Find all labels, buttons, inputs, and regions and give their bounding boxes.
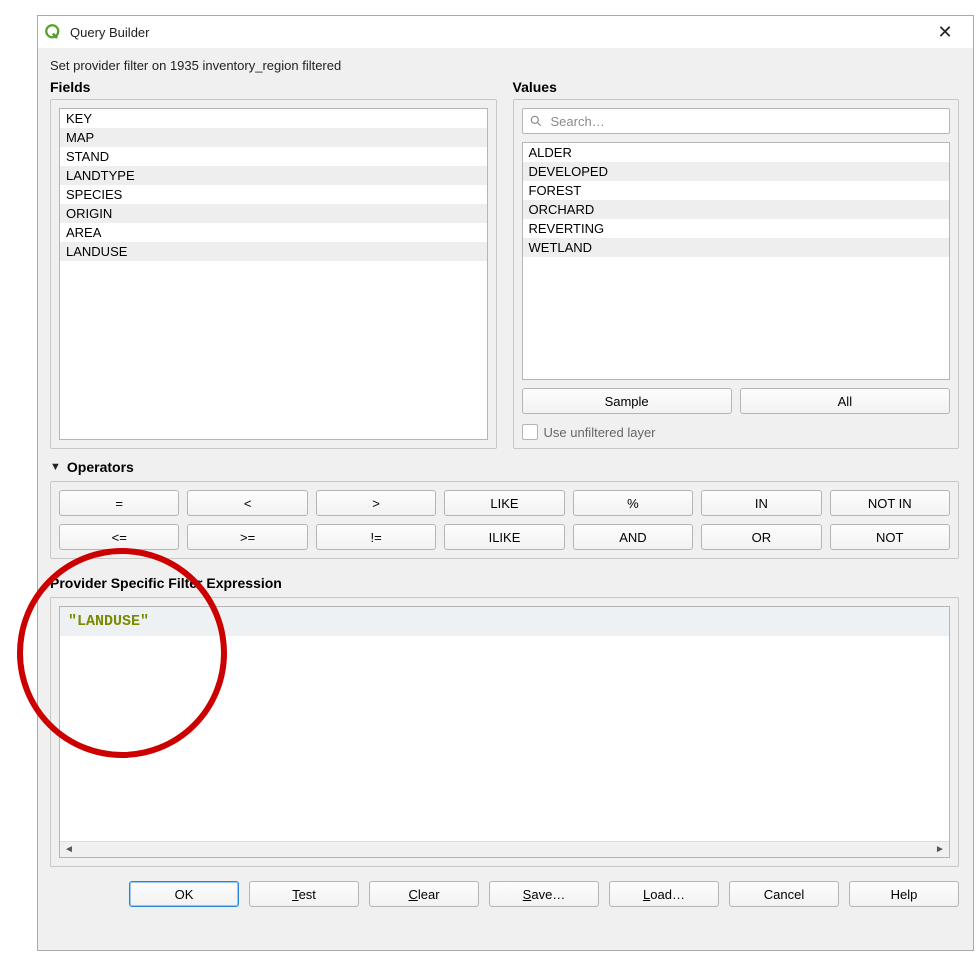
load-button[interactable]: Load…: [609, 881, 719, 907]
list-item[interactable]: KEY: [60, 109, 487, 128]
operator-button[interactable]: NOT IN: [830, 490, 950, 516]
close-icon[interactable]: ✕: [925, 22, 965, 43]
scroll-right-icon[interactable]: ►: [933, 844, 947, 855]
list-item[interactable]: MAP: [60, 128, 487, 147]
dialog-buttons: OK Test Clear Save… Load… Cancel Help: [50, 881, 959, 907]
expression-content: "LANDUSE": [60, 607, 949, 636]
left-gutter: [0, 0, 37, 954]
fields-label: Fields: [50, 79, 497, 95]
list-item[interactable]: STAND: [60, 147, 487, 166]
expression-hscrollbar[interactable]: ◄ ►: [60, 841, 949, 857]
expression-panel: "LANDUSE" ◄ ►: [50, 597, 959, 867]
operator-button[interactable]: NOT: [830, 524, 950, 550]
ok-button[interactable]: OK: [129, 881, 239, 907]
expression-textarea[interactable]: "LANDUSE" ◄ ►: [59, 606, 950, 858]
values-buttons: Sample All: [522, 388, 951, 414]
values-label: Values: [513, 79, 960, 95]
list-item[interactable]: SPECIES: [60, 185, 487, 204]
save-button[interactable]: Save…: [489, 881, 599, 907]
operator-button[interactable]: AND: [573, 524, 693, 550]
unfiltered-checkbox[interactable]: [522, 424, 538, 440]
fields-column: Fields KEYMAPSTANDLANDTYPESPECIESORIGINA…: [50, 79, 497, 449]
operator-button[interactable]: IN: [701, 490, 821, 516]
clear-button[interactable]: Clear: [369, 881, 479, 907]
sample-button[interactable]: Sample: [522, 388, 732, 414]
operator-button[interactable]: OR: [701, 524, 821, 550]
unfiltered-label: Use unfiltered layer: [544, 425, 656, 440]
values-column: Values ALDERDEVELOPEDFORESTORCHARDREVERT…: [513, 79, 960, 449]
expression-label: Provider Specific Filter Expression: [50, 575, 959, 591]
search-icon: [529, 114, 543, 128]
list-item[interactable]: ORIGIN: [60, 204, 487, 223]
operators-grid: = < > LIKE% IN NOT IN <= >= != ILIKE AND OR NOT: [50, 481, 959, 559]
operator-button[interactable]: >: [316, 490, 436, 516]
collapse-triangle-icon[interactable]: ▼: [50, 461, 61, 473]
operator-button[interactable]: ILIKE: [444, 524, 564, 550]
operator-button[interactable]: <=: [59, 524, 179, 550]
list-item[interactable]: LANDUSE: [60, 242, 487, 261]
window-title: Query Builder: [70, 25, 925, 40]
values-listbox[interactable]: ALDERDEVELOPEDFORESTORCHARDREVERTINGWETL…: [522, 142, 951, 380]
test-button[interactable]: Test: [249, 881, 359, 907]
values-search[interactable]: [522, 108, 951, 134]
operators-label: Operators: [67, 459, 134, 475]
values-search-input[interactable]: [549, 113, 944, 130]
list-item[interactable]: ALDER: [523, 143, 950, 162]
values-panel: ALDERDEVELOPEDFORESTORCHARDREVERTINGWETL…: [513, 99, 960, 449]
operators-header[interactable]: ▼ Operators: [50, 459, 959, 475]
list-item[interactable]: ORCHARD: [523, 200, 950, 219]
operator-button[interactable]: >=: [187, 524, 307, 550]
fields-panel: KEYMAPSTANDLANDTYPESPECIESORIGINAREALAND…: [50, 99, 497, 449]
list-item[interactable]: DEVELOPED: [523, 162, 950, 181]
fields-listbox[interactable]: KEYMAPSTANDLANDTYPESPECIESORIGINAREALAND…: [59, 108, 488, 440]
list-item[interactable]: AREA: [60, 223, 487, 242]
list-item[interactable]: FOREST: [523, 181, 950, 200]
query-builder-window: Query Builder ✕ Set provider filter on 1…: [37, 15, 974, 951]
qgis-icon: [44, 23, 62, 41]
operator-button[interactable]: %: [573, 490, 693, 516]
cancel-button[interactable]: Cancel: [729, 881, 839, 907]
filter-description: Set provider filter on 1935 inventory_re…: [50, 58, 959, 73]
list-item[interactable]: LANDTYPE: [60, 166, 487, 185]
unfiltered-checkbox-row[interactable]: Use unfiltered layer: [522, 422, 951, 440]
scroll-left-icon[interactable]: ◄: [62, 844, 76, 855]
top-row: Fields KEYMAPSTANDLANDTYPESPECIESORIGINA…: [50, 79, 959, 449]
operator-button[interactable]: <: [187, 490, 307, 516]
all-button[interactable]: All: [740, 388, 950, 414]
help-button[interactable]: Help: [849, 881, 959, 907]
titlebar: Query Builder ✕: [38, 16, 973, 48]
operator-button[interactable]: =: [59, 490, 179, 516]
list-item[interactable]: REVERTING: [523, 219, 950, 238]
content-area: Set provider filter on 1935 inventory_re…: [38, 48, 973, 950]
operator-button[interactable]: LIKE: [444, 490, 564, 516]
operator-button[interactable]: !=: [316, 524, 436, 550]
list-item[interactable]: WETLAND: [523, 238, 950, 257]
